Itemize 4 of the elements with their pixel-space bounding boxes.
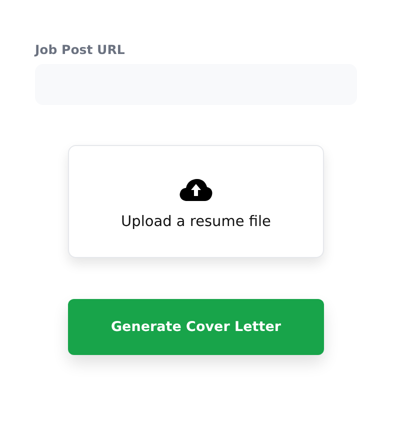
cloud-upload-icon (179, 178, 213, 202)
field-label: Job Post URL (35, 42, 126, 57)
upload-card[interactable]: Upload a resume file (68, 145, 324, 258)
upload-text: Upload a resume file (121, 214, 271, 230)
